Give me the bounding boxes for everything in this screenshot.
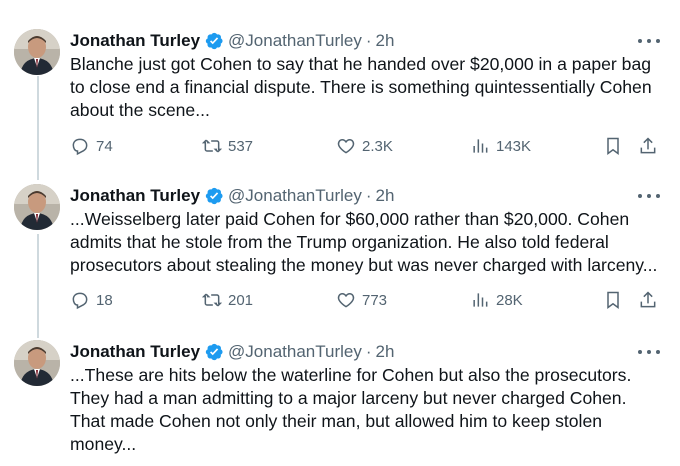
tweet-text-line: ...Weisselberg later paid Cohen for $60,… [70, 209, 630, 229]
analytics-icon [473, 139, 488, 153]
author-handle[interactable]: @JonathanTurley [228, 342, 362, 362]
repost-count: 201 [228, 291, 254, 309]
reply-button[interactable]: 74 [70, 136, 113, 156]
author-name[interactable]: Jonathan Turley [70, 186, 200, 206]
avatar[interactable] [14, 340, 60, 386]
heart-icon [337, 138, 355, 154]
heart-icon [337, 292, 355, 308]
repost-button[interactable]: 201 [202, 290, 253, 310]
separator: · [365, 342, 372, 361]
tweet-text-line: money... [70, 434, 137, 454]
tweet-text-line: ...These are hits below the waterline fo… [70, 365, 632, 385]
tweet-text: Blanche just got Cohen to say that he ha… [70, 53, 670, 122]
verified-badge-icon [204, 31, 224, 51]
verified-badge-icon [204, 186, 224, 206]
avatar[interactable] [14, 29, 60, 75]
tweet-text: ...These are hits below the waterline fo… [70, 364, 670, 456]
bookmark-button[interactable] [603, 290, 623, 315]
reply-count: 74 [96, 137, 113, 155]
verified-badge-icon [204, 342, 224, 362]
tweet-text-line: about the scene... [70, 100, 210, 120]
analytics-icon [473, 293, 488, 307]
bookmark-icon [607, 137, 619, 155]
timestamp[interactable]: 2h [376, 342, 395, 362]
tweet-text-line: That made Cohen not only their man, but … [70, 411, 603, 431]
repost-icon [202, 139, 222, 153]
reply-icon [72, 292, 88, 310]
tweet-text-line: They had a man admitting to a major larc… [70, 388, 627, 408]
share-icon [640, 137, 656, 154]
tweet[interactable]: Jonathan Turley @JonathanTurley · 2h ...… [0, 340, 680, 466]
separator: · [365, 31, 372, 50]
views-button[interactable]: 143K [470, 136, 531, 156]
tweet-thread: Jonathan Turley @JonathanTurley · 2h Bla… [0, 0, 680, 466]
tweet-text-line: prosecutors about stealing the money but… [70, 255, 658, 275]
tweet-text: ...Weisselberg later paid Cohen for $60,… [70, 208, 670, 277]
tweet-text-line: admits that he stole from the Trump orga… [70, 232, 609, 252]
reply-button[interactable]: 18 [70, 290, 113, 310]
tweet-actions: 18 201 773 28K [70, 290, 660, 314]
timestamp[interactable]: 2h [376, 31, 395, 51]
tweet-header: Jonathan Turley @JonathanTurley · 2h [70, 184, 394, 208]
separator: · [365, 186, 372, 205]
author-name[interactable]: Jonathan Turley [70, 342, 200, 362]
like-button[interactable]: 773 [336, 290, 387, 310]
more-options-icon[interactable] [638, 31, 660, 51]
views-count: 28K [496, 291, 523, 309]
bookmark-icon [607, 291, 619, 309]
reply-icon [72, 138, 88, 156]
tweet-text-line: to close end a financial dispute. There … [70, 77, 652, 97]
bookmark-button[interactable] [603, 136, 623, 161]
repost-button[interactable]: 537 [202, 136, 253, 156]
tweet-text-line: Blanche just got Cohen to say that he ha… [70, 54, 652, 74]
like-count: 773 [362, 291, 388, 309]
tweet-header: Jonathan Turley @JonathanTurley · 2h [70, 29, 394, 53]
like-button[interactable]: 2.3K [336, 136, 393, 156]
tweet-actions: 74 537 2.3K 143K [70, 136, 660, 160]
more-options-icon[interactable] [638, 186, 660, 206]
share-icon [640, 291, 656, 308]
timestamp[interactable]: 2h [376, 186, 395, 206]
tweet[interactable]: Jonathan Turley @JonathanTurley · 2h ...… [0, 184, 680, 324]
author-name[interactable]: Jonathan Turley [70, 31, 200, 51]
repost-icon [202, 293, 222, 307]
more-options-icon[interactable] [638, 342, 660, 362]
views-count: 143K [496, 137, 532, 155]
author-handle[interactable]: @JonathanTurley [228, 186, 362, 206]
like-count: 2.3K [362, 137, 393, 155]
repost-count: 537 [228, 137, 254, 155]
tweet[interactable]: Jonathan Turley @JonathanTurley · 2h Bla… [0, 29, 680, 169]
share-button[interactable] [638, 136, 658, 161]
views-button[interactable]: 28K [470, 290, 523, 310]
share-button[interactable] [638, 290, 658, 315]
tweet-header: Jonathan Turley @JonathanTurley · 2h [70, 340, 394, 364]
reply-count: 18 [96, 291, 113, 309]
avatar[interactable] [14, 184, 60, 230]
author-handle[interactable]: @JonathanTurley [228, 31, 362, 51]
